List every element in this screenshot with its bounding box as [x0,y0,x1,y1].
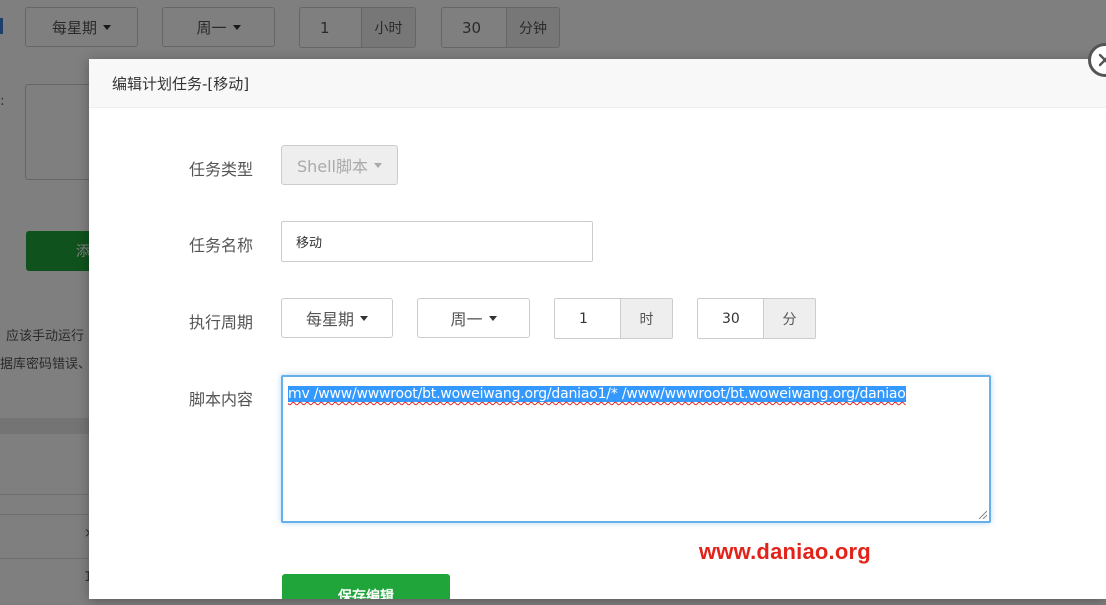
hour-unit: 时 [620,299,672,338]
weekday-value: 周一 [450,310,483,329]
script-label: 脚本内容 [189,390,254,409]
period-label: 执行周期 [189,313,254,332]
script-content: mv /www/wwwroot/bt.woweiwang.org/daniao1… [288,386,906,402]
hour-input-group: 时 [554,298,673,339]
edit-task-modal: 编辑计划任务-[移动] 任务类型 Shell脚本 任务名称 执行周期 每星期 周… [89,59,1106,599]
caret-down-icon [488,315,497,321]
period-type-select[interactable]: 每星期 [281,298,393,338]
task-type-label: 任务类型 [189,160,254,179]
task-name-label: 任务名称 [189,236,254,255]
minute-input-group: 分 [697,298,816,339]
minute-input[interactable] [698,299,763,338]
modal-title: 编辑计划任务-[移动] [112,74,250,93]
close-icon [1098,53,1106,67]
resize-grip-icon[interactable] [977,509,987,519]
task-type-value: Shell脚本 [296,157,369,176]
task-name-input[interactable] [281,221,593,262]
caret-down-icon [360,315,368,321]
hour-input[interactable] [555,299,620,338]
weekday-select[interactable]: 周一 [417,298,530,338]
caret-down-icon [374,162,383,168]
watermark: www.daniao.org [699,539,871,564]
save-edit-label: 保存编辑 [338,588,394,599]
save-edit-button[interactable]: 保存编辑 [282,574,450,599]
script-textarea[interactable]: mv /www/wwwroot/bt.woweiwang.org/daniao1… [281,375,991,523]
period-type-value: 每星期 [305,310,354,329]
modal-header: 编辑计划任务-[移动] [89,59,1106,108]
minute-unit: 分 [763,299,815,338]
task-type-select: Shell脚本 [281,145,398,185]
